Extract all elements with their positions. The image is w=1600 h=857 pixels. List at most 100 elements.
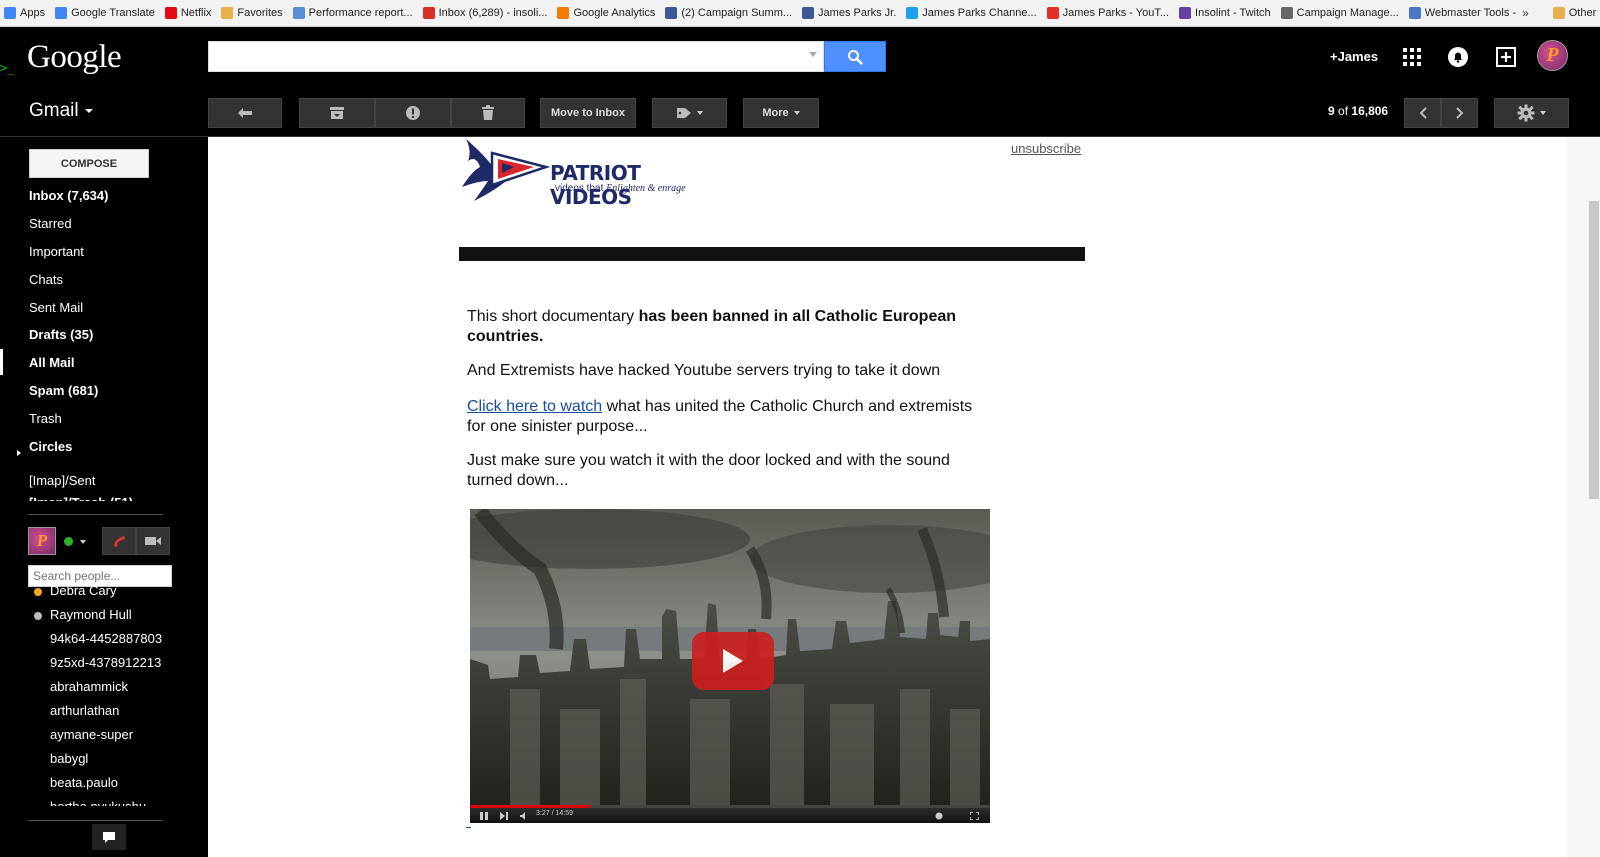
- nav-item[interactable]: Starred: [29, 216, 72, 231]
- chat-avatar[interactable]: P: [28, 527, 56, 555]
- search-button[interactable]: [824, 41, 886, 72]
- bookmark-item[interactable]: James Parks - YouT...: [1046, 7, 1169, 19]
- unsubscribe-link[interactable]: unsubscribe: [1011, 141, 1081, 156]
- other-bookmarks[interactable]: Other bookmarks: [1552, 7, 1600, 19]
- bookmark-item[interactable]: Google Translate: [55, 7, 155, 19]
- presence-dot: [34, 612, 42, 620]
- nav-item[interactable]: Drafts (35): [29, 327, 93, 342]
- account-avatar[interactable]: P: [1537, 40, 1568, 71]
- search-options-caret-icon[interactable]: [809, 52, 817, 57]
- google-c-icon: [1280, 7, 1293, 19]
- bookmark-item[interactable]: James Parks Channe...: [906, 7, 1037, 19]
- play-icon: [723, 649, 743, 673]
- more-button[interactable]: More: [743, 98, 819, 128]
- fullscreen-icon[interactable]: [970, 812, 979, 820]
- nav-item[interactable]: All Mail: [29, 355, 75, 370]
- contact-item[interactable]: beata.paulo: [50, 775, 118, 790]
- bookmark-item[interactable]: Apps: [4, 7, 45, 19]
- bookmark-item[interactable]: Insolint - Twitch: [1179, 7, 1271, 19]
- chevron-down-icon[interactable]: [80, 540, 86, 544]
- contact-item[interactable]: 94k64-4452887803: [50, 631, 162, 646]
- nav-item[interactable]: Trash: [29, 411, 62, 426]
- contact-item[interactable]: abrahammick: [50, 679, 128, 694]
- contact-item[interactable]: babygl: [50, 751, 88, 766]
- archive-button[interactable]: [299, 98, 375, 128]
- bookmark-label: Google Translate: [71, 7, 155, 19]
- contact-item[interactable]: bertha.nyukushu: [50, 799, 146, 806]
- expand-arrow-icon[interactable]: [17, 450, 21, 456]
- bookmark-item[interactable]: Favorites: [221, 7, 283, 19]
- video-progress-bar[interactable]: [470, 805, 990, 808]
- contact-item[interactable]: Raymond Hull: [50, 607, 132, 622]
- bookmark-item[interactable]: Inbox (6,289) - insoli...: [422, 7, 547, 19]
- labels-button[interactable]: [652, 98, 727, 128]
- nav-item[interactable]: [Imap]/Trash (51): [29, 495, 133, 501]
- chat-status-dot[interactable]: [64, 537, 73, 546]
- move-to-inbox-button[interactable]: Move to Inbox: [540, 98, 636, 128]
- settings-button[interactable]: [1494, 98, 1569, 128]
- settings-gear-icon[interactable]: [935, 812, 943, 820]
- patriot-videos-logo[interactable]: PATRIOT VIDEOS videos that Enlighten & e…: [460, 137, 700, 209]
- nav-item[interactable]: Sent Mail: [29, 300, 83, 315]
- notifications-button[interactable]: [1443, 42, 1473, 72]
- share-button[interactable]: [1491, 42, 1521, 72]
- next-icon[interactable]: [500, 812, 509, 820]
- page-scrollbar[interactable]: [1567, 137, 1600, 857]
- contact-item[interactable]: Debra Cary: [50, 583, 116, 598]
- p1-normal: This short documentary: [467, 308, 639, 325]
- nav-item[interactable]: Circles: [29, 439, 72, 454]
- phone-call-button[interactable]: [102, 527, 136, 555]
- click-here-to-watch-link[interactable]: Click here to watch: [467, 398, 602, 415]
- empty-link[interactable]: [466, 827, 471, 828]
- chevron-down-icon: [793, 111, 800, 115]
- nav-item[interactable]: [Imap]/Sent: [29, 473, 95, 488]
- bookmark-item[interactable]: Webmaster Tools -: [1408, 7, 1517, 19]
- nav-item[interactable]: Chats: [29, 272, 63, 287]
- gmail-menu-button[interactable]: Gmail: [29, 100, 93, 122]
- selected-nav-indicator: [0, 349, 3, 375]
- apps-grid-icon: [4, 7, 16, 19]
- bookmark-item[interactable]: Campaign Manage...: [1280, 7, 1399, 19]
- bookmark-item[interactable]: Netflix: [164, 7, 211, 19]
- scrollbar-thumb[interactable]: [1589, 201, 1599, 499]
- nav-item[interactable]: Inbox (7,634): [29, 188, 108, 203]
- report-spam-button[interactable]: [375, 98, 451, 128]
- contact-item[interactable]: arthurlathan: [50, 703, 119, 718]
- contact-item[interactable]: 9z5xd-4378912213: [50, 655, 161, 670]
- video-play-button[interactable]: [692, 632, 774, 690]
- bookmark-label: Webmaster Tools -: [1424, 7, 1517, 19]
- nav-item[interactable]: Important: [29, 244, 84, 259]
- apps-grid-icon: [1403, 48, 1421, 66]
- bookmark-label: (2) Campaign Summ...: [681, 7, 793, 19]
- newer-button[interactable]: [1404, 98, 1441, 128]
- bookmark-item[interactable]: James Parks Jr.: [802, 7, 896, 19]
- search-input[interactable]: [208, 41, 824, 72]
- video-thumbnail[interactable]: 3:27 / 14:59: [470, 509, 990, 823]
- bookmark-item[interactable]: Performance report...: [292, 7, 413, 19]
- bookmark-item[interactable]: (2) Campaign Summ...: [665, 7, 792, 19]
- bookmark-label: Apps: [20, 7, 46, 19]
- compose-button[interactable]: COMPOSE: [29, 149, 149, 178]
- bookmark-label: Performance report...: [308, 7, 413, 19]
- video-controls: 3:27 / 14:59: [470, 805, 990, 823]
- bookmarks-overflow-button[interactable]: »: [1522, 6, 1529, 20]
- video-call-button[interactable]: [136, 527, 170, 555]
- apps-grid-button[interactable]: [1397, 42, 1427, 72]
- presence-dot: [34, 588, 42, 596]
- google-logo[interactable]: Google: [27, 39, 122, 76]
- older-button[interactable]: [1441, 98, 1478, 128]
- back-button[interactable]: [208, 98, 282, 128]
- gear-icon: [1517, 104, 1535, 122]
- count-of: of: [1338, 104, 1349, 118]
- nav-item[interactable]: Spam (681): [29, 383, 98, 398]
- delete-button[interactable]: [451, 98, 525, 128]
- volume-icon[interactable]: [520, 812, 529, 820]
- chat-toggle-button[interactable]: [92, 824, 126, 850]
- bookmark-label: Favorites: [237, 7, 283, 19]
- contact-item[interactable]: aymane-super: [50, 727, 133, 742]
- plus-user-link[interactable]: +James: [1330, 49, 1378, 64]
- pause-icon[interactable]: [480, 812, 488, 820]
- bookmark-item[interactable]: Google Analytics: [557, 7, 655, 19]
- twitter-icon: [906, 7, 919, 19]
- email-paragraph-3: Click here to watch what has united the …: [467, 397, 987, 437]
